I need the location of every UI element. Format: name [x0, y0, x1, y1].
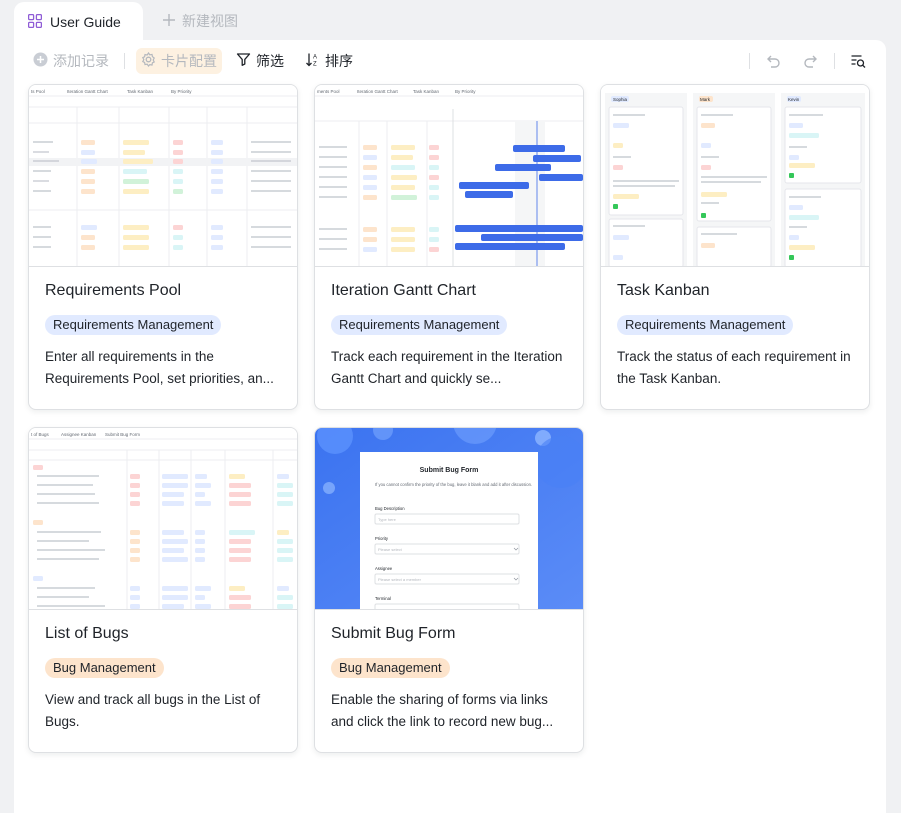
form-field-placeholder: Please select: [378, 547, 403, 552]
view-toolbar: 添加记录 卡片配置 筛选 AZ 排序: [14, 40, 886, 82]
svg-text:Z: Z: [313, 62, 317, 68]
card-thumbnail-table: ts Pool Iteration Gantt Chart Task Kanba…: [29, 85, 297, 267]
form-field-placeholder: Type here: [378, 517, 397, 522]
toolbar-divider: [834, 53, 835, 69]
card-requirements-pool[interactable]: ts Pool Iteration Gantt Chart Task Kanba…: [28, 84, 298, 410]
mini-tab: t of Bugs: [31, 432, 50, 437]
gallery-panel: 添加记录 卡片配置 筛选 AZ 排序 ts Pool Iteration Gan…: [14, 40, 886, 813]
mini-tab: Task Kanban: [413, 89, 440, 94]
category-tag: Requirements Management: [331, 315, 508, 335]
card-title: Requirements Pool: [45, 282, 182, 299]
mini-bug-rows: [33, 465, 293, 609]
form-title: Submit Bug Form: [420, 467, 479, 474]
new-view-button[interactable]: 新建视图: [162, 10, 238, 32]
plus-icon: [162, 13, 176, 30]
form-field-label: Bug Description: [375, 506, 405, 511]
form-field-placeholder: Please select a member: [378, 577, 422, 582]
form-field-label: Terminal: [375, 596, 391, 601]
tab-user-guide-label: User Guide: [50, 14, 121, 30]
card-config-label: 卡片配置: [161, 53, 217, 69]
form-field-label: Assignee: [375, 566, 393, 571]
card-description: Enter all requirements in the Requiremen…: [45, 349, 274, 386]
category-tag: Requirements Management: [45, 315, 222, 335]
card-title: List of Bugs: [45, 625, 129, 642]
toolbar-divider: [749, 53, 750, 69]
form-intro: If you cannot confirm the priority of th…: [375, 482, 532, 487]
card-description: Track the status of each requirement in …: [617, 349, 851, 386]
kanban-column-header: Sophia: [613, 97, 628, 102]
filter-button[interactable]: 筛选: [231, 48, 289, 74]
category-tag: Bug Management: [331, 658, 450, 678]
card-thumbnail-gantt: ments Pool Iteration Gantt Chart Task Ka…: [315, 85, 583, 267]
grid-icon: [27, 13, 43, 31]
category-tag: Requirements Management: [617, 315, 794, 335]
filter-label: 筛选: [256, 53, 284, 69]
plus-circle-icon: [33, 52, 48, 70]
kanban-column-header: Mark: [700, 97, 711, 102]
card-title: Submit Bug Form: [331, 625, 456, 642]
sort-label: 排序: [325, 53, 353, 69]
card-iteration-gantt-chart[interactable]: ments Pool Iteration Gantt Chart Task Ka…: [314, 84, 584, 410]
mini-tab: By Priority: [171, 89, 192, 94]
card-description: Track each requirement in the Iteration …: [331, 349, 563, 386]
form-field-label: Priority: [375, 536, 389, 541]
card-config-button[interactable]: 卡片配置: [136, 48, 222, 74]
filter-icon: [236, 52, 251, 70]
sort-icon: AZ: [305, 52, 320, 70]
card-title: Iteration Gantt Chart: [331, 282, 476, 299]
sort-button[interactable]: AZ 排序: [300, 48, 358, 74]
mini-tab: Assignee Kanban: [61, 432, 97, 437]
card-list-of-bugs[interactable]: t of Bugs Assignee Kanban Submit Bug For…: [28, 427, 298, 753]
category-tag: Bug Management: [45, 658, 164, 678]
toolbar-divider: [124, 53, 125, 69]
card-title: Task Kanban: [617, 282, 710, 299]
mini-tab: ments Pool: [317, 89, 340, 94]
svg-text:A: A: [313, 55, 317, 61]
card-thumbnail-form: Submit Bug Form If you cannot confirm th…: [315, 428, 583, 610]
mini-tab: Submit Bug Form: [105, 432, 140, 437]
mini-tab: Iteration Gantt Chart: [67, 89, 109, 94]
mini-tab: ts Pool: [31, 89, 45, 94]
card-description: View and track all bugs in the List of B…: [45, 692, 261, 729]
new-view-label: 新建视图: [182, 13, 238, 29]
add-record-label: 添加记录: [53, 53, 109, 69]
card-description: Enable the sharing of forms via links an…: [331, 692, 554, 729]
card-thumbnail-kanban: Sophia Mark Kevin: [601, 85, 869, 267]
tab-user-guide[interactable]: User Guide: [14, 2, 143, 42]
gear-icon: [141, 51, 156, 70]
mini-table-rows: [29, 140, 297, 250]
redo-icon[interactable]: [800, 51, 820, 71]
mini-tab: Iteration Gantt Chart: [357, 89, 399, 94]
add-record-button[interactable]: 添加记录: [28, 48, 114, 74]
undo-icon[interactable]: [764, 51, 784, 71]
card-thumbnail-table: t of Bugs Assignee Kanban Submit Bug For…: [29, 428, 297, 610]
card-submit-bug-form[interactable]: Submit Bug Form If you cannot confirm th…: [314, 427, 584, 753]
mini-tab: Task Kanban: [127, 89, 154, 94]
view-tab-bar: User Guide 新建视图: [0, 0, 901, 42]
card-task-kanban[interactable]: Sophia Mark Kevin Task Kanban Requiremen…: [600, 84, 870, 410]
search-list-icon[interactable]: [848, 51, 868, 71]
kanban-column-header: Kevin: [788, 97, 800, 102]
mini-tab: By Priority: [455, 89, 476, 94]
